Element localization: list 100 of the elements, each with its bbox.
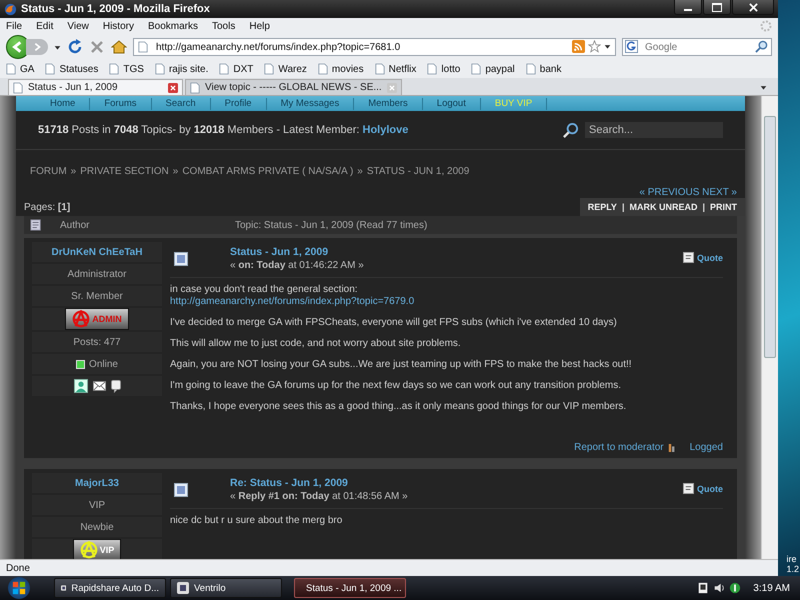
star-icon[interactable] <box>588 40 601 53</box>
rank-badge: VIP <box>72 539 122 559</box>
search-engine-icon[interactable] <box>625 40 638 53</box>
search-icon[interactable] <box>562 122 579 138</box>
rss-icon[interactable] <box>572 40 585 53</box>
breadcrumb-link[interactable]: FORUM <box>30 166 67 177</box>
tray-app-icon[interactable] <box>729 582 742 594</box>
breadcrumb-link[interactable]: COMBAT ARMS PRIVATE ( NA/SA/A ) <box>182 166 354 177</box>
bookmark-item[interactable]: rajis site. <box>168 64 208 74</box>
browser-tab[interactable]: Status - Jun 1, 2009 <box>8 79 183 95</box>
network-icon[interactable] <box>697 582 710 594</box>
page-icon[interactable] <box>109 63 120 75</box>
home-icon[interactable] <box>111 39 127 55</box>
page-icon[interactable] <box>318 63 328 75</box>
bookmark-item[interactable]: Statuses <box>59 64 98 74</box>
topic-action-link[interactable]: MARK UNREAD <box>629 201 698 213</box>
previous-next-link[interactable]: « PREVIOUS NEXT » <box>639 187 737 198</box>
tab-close-icon[interactable] <box>168 82 178 92</box>
post-text: nice dc but r u sure about the merg bro <box>170 515 342 526</box>
menu-item[interactable]: Bookmarks <box>148 20 198 32</box>
menu-item[interactable]: Tools <box>212 20 236 32</box>
page-icon[interactable] <box>526 63 536 75</box>
browser-tab[interactable]: View topic - ----- GLOBAL NEWS - SE... <box>185 79 402 95</box>
bookmark-item[interactable]: Warez <box>278 64 307 74</box>
clock[interactable]: 3:19 AM <box>753 582 790 594</box>
menu-item[interactable]: History <box>102 20 134 32</box>
dropdown-caret-icon[interactable] <box>54 44 61 50</box>
reload-icon[interactable] <box>67 39 83 55</box>
post-text: I've decided to merge GA with FPSCheats, everyone will get FPS subs (which i've extended 10 days) <box>170 317 617 328</box>
bookmark-item[interactable]: movies <box>332 64 364 74</box>
bookmark-item[interactable]: bank <box>540 64 562 74</box>
forum-search-field[interactable]: Search... <box>585 122 723 138</box>
breadcrumb-separator: » <box>357 166 363 177</box>
menu-item[interactable]: File <box>6 20 22 32</box>
close-icon <box>748 2 758 12</box>
taskbar-button[interactable]: Status - Jun 1, 2009 ... <box>294 578 406 598</box>
bookmark-item[interactable]: Netflix <box>388 64 416 74</box>
window-title: Status - Jun 1, 2009 - Mozilla Firefox <box>21 3 211 15</box>
page-icon[interactable] <box>154 63 165 75</box>
post-title-link[interactable]: Re: Status - Jun 1, 2009 <box>230 477 641 489</box>
bookmark-item[interactable]: GA <box>20 64 34 74</box>
author-link[interactable]: MajorL33 <box>75 478 119 488</box>
breadcrumb-link[interactable]: STATUS - JUN 1, 2009 <box>366 166 470 177</box>
bookmark-item[interactable]: DXT <box>233 64 254 74</box>
taskbar-button[interactable]: Ventrilo <box>170 578 282 598</box>
message-icon[interactable] <box>110 380 120 392</box>
page-icon <box>190 82 200 94</box>
forum-nav-link[interactable]: Search <box>152 98 211 110</box>
quote-icon[interactable] <box>683 252 694 263</box>
bookmark-item[interactable]: lotto <box>441 64 460 74</box>
speaker-icon[interactable] <box>713 582 726 594</box>
page-icon[interactable] <box>264 63 274 75</box>
forum-nav-link[interactable]: Members <box>354 98 423 110</box>
menu-item[interactable]: View <box>67 20 89 32</box>
page-icon[interactable] <box>374 63 385 75</box>
page-icon[interactable] <box>45 63 56 75</box>
forum-nav-link[interactable]: Logout <box>422 98 481 110</box>
minimize-button[interactable] <box>674 0 702 15</box>
post-date: « on: Today at 01:46:22 AM » <box>230 260 365 271</box>
member-link[interactable]: Holylove <box>362 124 408 136</box>
forum-nav-link[interactable]: My Messages <box>266 98 354 110</box>
quote-icon[interactable] <box>683 483 694 494</box>
scrollbar[interactable] <box>761 96 778 559</box>
quote-link[interactable]: Quote <box>697 484 723 494</box>
taskbar-button[interactable]: Rapidshare Auto D... <box>54 578 166 598</box>
forum-nav-link[interactable]: Forums <box>90 98 152 110</box>
throbber-icon <box>760 20 772 32</box>
page-icon[interactable] <box>219 63 230 75</box>
forum-nav-link[interactable]: Home <box>36 98 90 110</box>
quote-link[interactable]: Quote <box>697 252 723 262</box>
maximize-button[interactable] <box>703 0 731 15</box>
post-text: in case you don't read the general section: <box>170 284 358 295</box>
bookmark-item[interactable]: TGS <box>123 64 144 74</box>
arrow-right-icon <box>32 42 42 52</box>
address-field[interactable]: http://gameanarchy.net/forums/index.php?topic=7681.0 <box>133 38 616 56</box>
bookmark-item[interactable]: paypal <box>485 64 515 74</box>
status-text: Done <box>6 562 30 574</box>
menu-item[interactable]: Help <box>249 20 270 32</box>
topic-action-link[interactable]: REPLY <box>588 201 617 213</box>
email-icon[interactable] <box>92 381 106 391</box>
online-status: Online <box>89 358 118 370</box>
report-link[interactable]: Report to moderator <box>574 442 664 453</box>
close-button[interactable] <box>732 0 774 15</box>
web-search-field[interactable]: Google <box>622 38 772 56</box>
forum-nav-link[interactable]: Profile <box>210 98 267 110</box>
topic-action-link[interactable]: PRINT <box>710 201 737 213</box>
stop-icon[interactable] <box>89 39 105 55</box>
logged-link[interactable]: Logged <box>690 442 723 453</box>
post-date: « Reply #1 on: Today at 01:48:56 AM » <box>230 491 409 502</box>
menu-item[interactable]: Edit <box>36 20 54 32</box>
start-button[interactable] <box>8 577 30 599</box>
page-icon[interactable] <box>471 63 482 75</box>
action-separator: | <box>622 201 624 213</box>
profile-icon[interactable] <box>74 379 88 393</box>
breadcrumb-separator: » <box>172 166 178 177</box>
post-title-link[interactable]: Status - Jun 1, 2009 <box>230 246 641 258</box>
breadcrumb-link[interactable]: PRIVATE SECTION <box>80 166 169 177</box>
post-link[interactable]: http://gameanarchy.net/forums/index.php?topic=7679.0 <box>170 296 414 307</box>
page-icon[interactable] <box>6 63 16 75</box>
page-icon[interactable] <box>427 63 438 75</box>
